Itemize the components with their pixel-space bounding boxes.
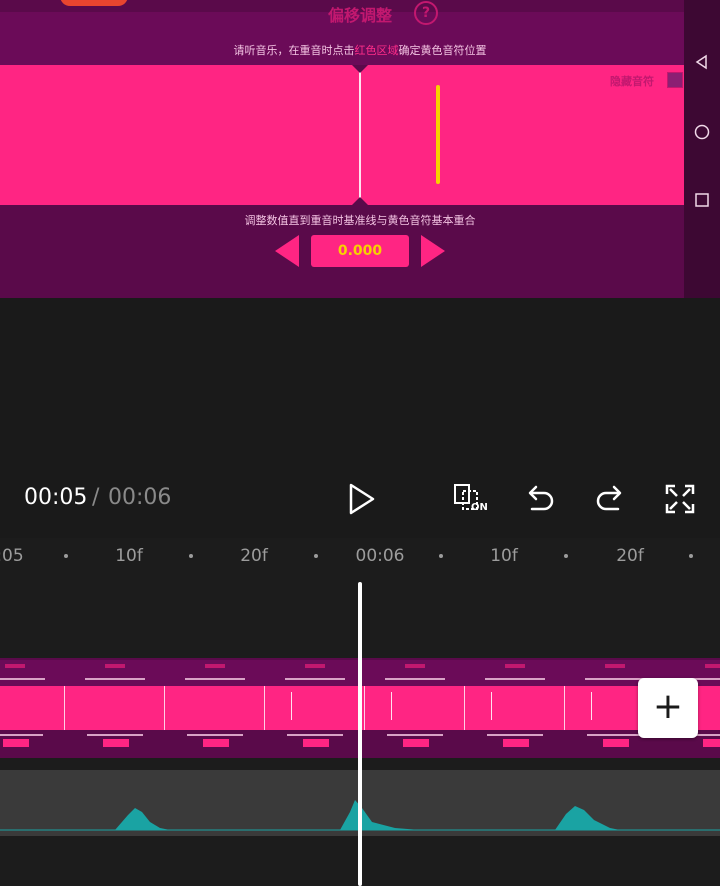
- clip-thumbnail: [165, 658, 265, 758]
- clip-thumbnail: [65, 658, 165, 758]
- undo-button[interactable]: [522, 481, 558, 517]
- current-time: 00:05: [24, 485, 88, 510]
- fullscreen-button[interactable]: [662, 481, 698, 517]
- adjust-hint-text: 调整数值直到重音时基准线与黄色音符基本重合: [244, 214, 476, 227]
- ruler-tick-dot: [689, 554, 693, 558]
- clip-thumbnail: [465, 658, 565, 758]
- playhead[interactable]: [358, 582, 362, 886]
- ruler-tick-label: 10f: [490, 546, 518, 566]
- instruction-text: 请听音乐，在重音时点击红色区域确定黄色音符位置: [0, 42, 720, 58]
- ruler-tick-label: :05: [0, 546, 24, 566]
- ruler-tick-dot: [314, 554, 318, 558]
- redo-button[interactable]: [592, 481, 628, 517]
- ruler-tick-label: 20f: [240, 546, 268, 566]
- redo-icon: [596, 485, 622, 511]
- ruler-tick-dot: [189, 554, 193, 558]
- clip-thumbnail: [265, 658, 365, 758]
- ruler-tick-dot: [439, 554, 443, 558]
- offset-title-text: 偏移调整: [327, 6, 392, 25]
- baseline-caret-bottom: [352, 197, 368, 205]
- increase-arrow-icon[interactable]: [421, 235, 445, 267]
- decrease-arrow-icon[interactable]: [275, 235, 299, 267]
- instruction-before: 请听音乐，在重音时点击: [233, 44, 355, 57]
- hide-notes-label: 隐藏音符: [610, 75, 654, 88]
- baseline-caret-top: [352, 65, 368, 73]
- clip-thumbnail: [0, 658, 65, 758]
- offset-title: 偏移调整: [0, 2, 720, 26]
- offset-value: 0.000: [311, 235, 409, 267]
- ruler-tick-label: 20f: [616, 546, 644, 566]
- add-clip-button[interactable]: +: [638, 678, 698, 738]
- baseline-marker: [359, 65, 361, 205]
- nav-home-icon[interactable]: [684, 124, 720, 144]
- ruler-tick-dot: [564, 554, 568, 558]
- video-preview[interactable]: 偏移调整 ? 请听音乐，在重音时点击红色区域确定黄色音符位置 隐藏音符 调整数值…: [0, 0, 720, 298]
- fullscreen-icon: [665, 484, 695, 514]
- instruction-after: 确定黄色音符位置: [398, 44, 487, 57]
- ruler-tick-label: 00:06: [355, 546, 405, 566]
- instruction-highlight: 红色区域: [354, 44, 399, 57]
- undo-icon: [528, 485, 554, 511]
- total-time: 00:06: [108, 485, 172, 510]
- play-button[interactable]: [344, 481, 378, 517]
- ruler-tick-label: 10f: [115, 546, 143, 566]
- clip-thumbnail: [365, 658, 465, 758]
- yellow-note-marker: [436, 85, 440, 184]
- nav-back-icon[interactable]: [684, 54, 720, 74]
- ruler-tick-dot: [64, 554, 68, 558]
- compare-toggle-button[interactable]: ON: [452, 481, 492, 517]
- compare-badge: ON: [471, 502, 488, 513]
- system-nav-bar: [684, 0, 720, 298]
- tap-zone[interactable]: [0, 65, 684, 205]
- time-separator: /: [92, 485, 100, 510]
- hide-notes-checkbox[interactable]: [667, 72, 683, 88]
- nav-recents-icon[interactable]: [684, 192, 720, 212]
- question-icon[interactable]: ?: [414, 1, 438, 25]
- play-icon: [349, 483, 375, 515]
